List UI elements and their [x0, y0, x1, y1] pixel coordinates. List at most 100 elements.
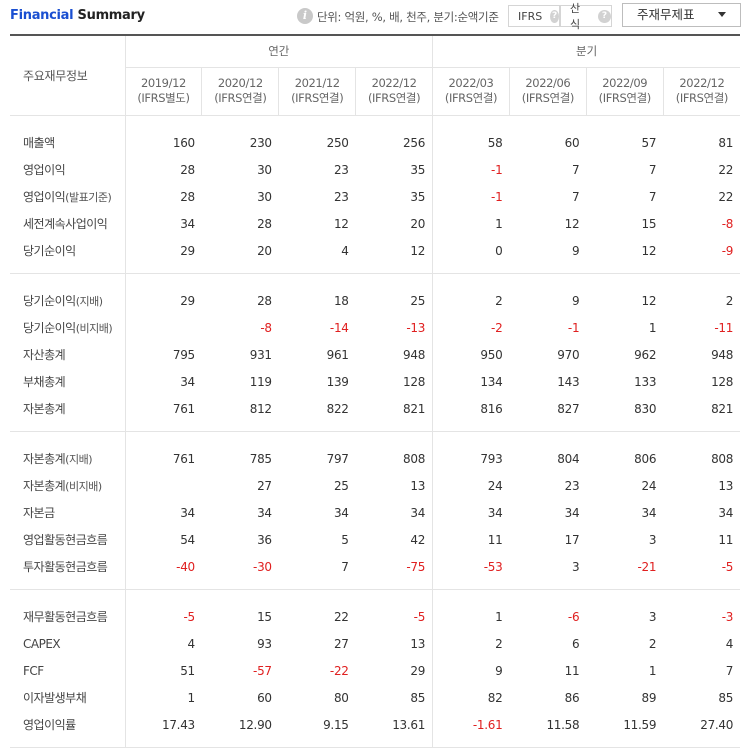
period-header: 2019/12 (IFRS별도) — [125, 67, 203, 116]
spacer-cell — [586, 431, 663, 445]
spacer-cell — [432, 580, 510, 590]
table-cell: 34 — [355, 499, 434, 526]
table-cell: 27 — [257, 478, 272, 493]
spacer-cell — [355, 422, 434, 432]
spacer-cell — [509, 431, 586, 445]
spacer-cell — [432, 264, 510, 274]
row-label: 재무활동현금흐름 — [10, 603, 126, 630]
table-cell: 12 — [333, 216, 349, 231]
table-cell: -1 — [491, 162, 503, 177]
table-cell: 950 — [480, 347, 503, 362]
table-cell: 12 — [355, 237, 434, 264]
table-cell: -75 — [355, 553, 434, 580]
formula-toggle[interactable]: 산식 ? — [560, 2, 612, 31]
table-row: 영업이익(발표기준) 28 30 23 35 -1 7 7 22 — [10, 183, 740, 210]
table-row: 재무활동현금흐름 -5 15 22 -5 1 -6 3 -3 — [10, 603, 740, 630]
table-cell: 128 — [711, 374, 734, 389]
table-cell: 30 — [257, 162, 272, 177]
spacer-cell — [355, 580, 434, 590]
spacer-cell — [663, 580, 741, 590]
period-date: 2022/09 — [602, 76, 648, 90]
table-cell: 822 — [326, 401, 349, 416]
table-cell: 7 — [571, 189, 580, 204]
table-cell: 15 — [257, 609, 272, 624]
info-icon[interactable]: i — [297, 8, 313, 24]
table-body: 매출액 160 230 250 256 58 60 57 81 영업이익 28 30 23 35 -1 7 7 2… — [10, 115, 741, 748]
row-label: 당기순이익 — [10, 237, 126, 264]
row-label: 자본총계(비지배) — [10, 472, 126, 499]
row-label-text: 부채총계 — [23, 375, 66, 389]
table-cell: 34 — [180, 216, 195, 231]
table-cell: 3 — [571, 559, 580, 574]
row-label-text: 세전계속사업이익 — [23, 217, 108, 231]
period-date: 2022/12 — [371, 76, 417, 90]
table-cell: 28 — [257, 216, 272, 231]
row-label: 투자활동현금흐름 — [10, 553, 126, 580]
ifrs-toggle[interactable]: IFRS ? — [508, 5, 560, 27]
table-row: 부채총계 34 119 139 128 134 143 133 128 — [10, 368, 740, 395]
table-cell: 812 — [249, 401, 272, 416]
spacer-cell — [586, 580, 664, 590]
row-label-text: 영업이익 — [23, 190, 66, 204]
table-row: 자본총계(지배) 761 785 797 808 793 804 806 808 — [10, 445, 740, 472]
table-cell: 128 — [355, 368, 434, 395]
table-cell: 30 — [257, 189, 272, 204]
period-header: 2022/12 (IFRS연결) — [663, 67, 741, 116]
table-cell: 12 — [641, 243, 657, 258]
table-cell: 34 — [718, 505, 734, 520]
table-cell: 2 — [495, 636, 503, 651]
title-financial: Financial — [10, 8, 74, 23]
row-label-text: 영업이익률 — [23, 718, 76, 732]
row-label: 영업이익 — [10, 156, 126, 183]
spacer-cell — [586, 264, 664, 274]
table-cell: 11 — [564, 663, 580, 678]
table-cell: -2 — [491, 320, 503, 335]
row-label-text: 자본총계 — [23, 479, 66, 493]
row-label-text: 당기순이익 — [23, 244, 76, 258]
table-cell: 86 — [564, 690, 580, 705]
table-row: 영업이익 28 30 23 35 -1 7 7 22 — [10, 156, 740, 183]
table-cell: 85 — [718, 690, 734, 705]
table-cell: 80 — [333, 690, 349, 705]
table-cell: 25 — [333, 478, 349, 493]
spacer-cell — [355, 115, 434, 129]
help-icon[interactable]: ? — [598, 9, 611, 23]
table-cell: 28 — [180, 189, 195, 204]
table-cell: 7 — [648, 189, 657, 204]
table-cell: 27 — [333, 636, 349, 651]
spacer-cell — [125, 589, 202, 603]
period-header: 2020/12 (IFRS연결) — [201, 67, 280, 116]
row-label-text: 자본금 — [23, 506, 55, 520]
table-row: 이자발생부채 1 60 80 85 82 86 89 85 — [10, 684, 740, 711]
period-basis: (IFRS연결) — [444, 91, 498, 105]
table-cell: 23 — [564, 478, 580, 493]
spacer-cell — [202, 431, 279, 445]
row-label-sub: (지배) — [75, 295, 103, 308]
row-label: 자본금 — [10, 499, 126, 526]
spacer-cell — [279, 115, 356, 129]
table-row: 당기순이익(지배) 29 28 18 25 2 9 12 2 — [10, 287, 740, 314]
table-cell: 60 — [564, 135, 580, 150]
spacer-cell — [663, 589, 740, 603]
table-cell: -13 — [355, 314, 434, 341]
table-cell: 761 — [172, 401, 195, 416]
financial-summary-table: 주요재무정보 연간 분기 2019/12 (IFRS별도) 2020/12 (IFRS… — [10, 34, 741, 748]
table-cell: -9 — [721, 243, 734, 258]
table-cell: 133 — [634, 374, 657, 389]
table-cell: -5 — [355, 603, 434, 630]
table-cell: 34 — [641, 505, 657, 520]
table-cell: 22 — [333, 609, 349, 624]
table-cell: -14 — [329, 320, 349, 335]
period-header: 2022/06 (IFRS연결) — [509, 67, 587, 116]
help-icon[interactable]: ? — [550, 9, 559, 23]
table-cell: 42 — [355, 526, 434, 553]
table-cell: 34 — [333, 505, 349, 520]
table-cell: 2 — [648, 636, 657, 651]
spacer-cell — [10, 431, 126, 445]
table-cell: 57 — [641, 135, 657, 150]
table-cell: 830 — [634, 401, 657, 416]
row-label: 영업이익(발표기준) — [10, 183, 126, 210]
statement-select[interactable]: 주재무제표 — [622, 3, 741, 27]
table-cell: 948 — [355, 341, 434, 368]
row-label-text: 투자활동현금흐름 — [23, 560, 108, 574]
